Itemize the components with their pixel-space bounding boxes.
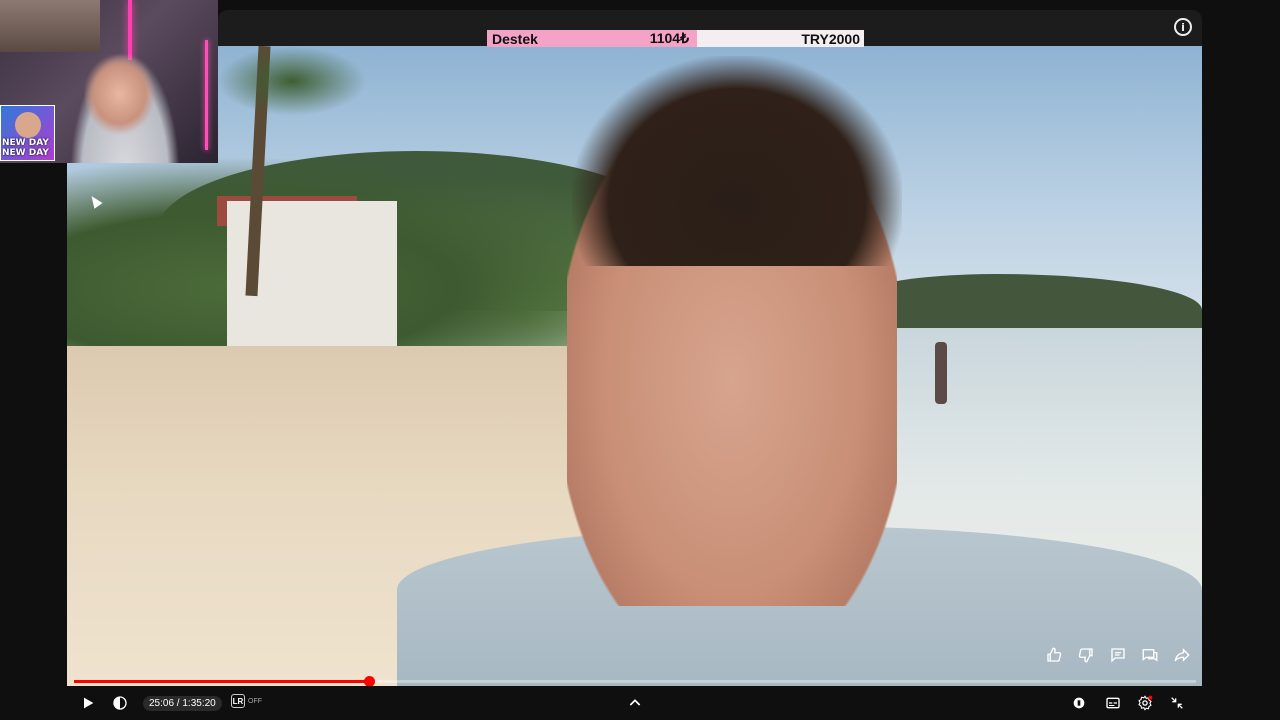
auto-translate-toggle[interactable]: LR OFF xyxy=(231,694,262,708)
chevron-up-icon[interactable] xyxy=(625,691,645,715)
video-person-hair xyxy=(572,56,902,266)
progress-bar[interactable] xyxy=(74,676,1196,687)
volume-icon[interactable] xyxy=(111,691,129,715)
comment-icon[interactable] xyxy=(1107,644,1129,666)
avatar-text-line: NEW DAY xyxy=(2,138,49,148)
webcam-neon-light xyxy=(128,0,132,60)
auto-translate-badge: LR xyxy=(231,694,245,708)
exit-fullscreen-icon[interactable] xyxy=(1167,691,1187,715)
player-controls: 25:06 / 1:35:20 LR OFF xyxy=(67,686,1202,720)
webcam-neon-light xyxy=(205,40,208,150)
donation-progress: Destek 1104₺ xyxy=(487,30,697,47)
thumbs-up-icon[interactable] xyxy=(1043,644,1065,666)
donation-goal: TRY2000 xyxy=(801,30,860,47)
donation-amount: 1104₺ xyxy=(649,30,689,46)
share-icon[interactable] xyxy=(1171,644,1193,666)
donation-banner: Destek 1104₺ TRY2000 xyxy=(487,30,864,47)
donation-remaining: TRY2000 xyxy=(697,30,864,47)
webcam-overlay: NEW DAY NEW DAY xyxy=(0,0,218,163)
info-icon[interactable]: i xyxy=(1174,18,1192,36)
thumbs-down-icon[interactable] xyxy=(1075,644,1097,666)
play-icon[interactable] xyxy=(79,691,97,715)
auto-translate-state: OFF xyxy=(248,697,262,705)
video-palm-leaves xyxy=(217,46,367,116)
subtitles-icon[interactable] xyxy=(1103,691,1123,715)
chat-icon[interactable] xyxy=(1139,644,1161,666)
time-display: 25:06 / 1:35:20 xyxy=(143,696,222,711)
webcam-streamer xyxy=(70,52,180,163)
webcam-shelf xyxy=(0,0,100,52)
stream-stage: i Destek 1104₺ TRY2000 NEW DAY NEW DAY 2… xyxy=(0,0,1280,720)
avatar-face xyxy=(15,112,41,138)
progress-played xyxy=(74,680,370,683)
video-frame[interactable] xyxy=(67,46,1202,686)
channel-avatar: NEW DAY NEW DAY xyxy=(0,105,55,161)
settings-icon[interactable] xyxy=(1135,691,1155,715)
avatar-text-line: NEW DAY xyxy=(2,148,49,158)
video-action-bar xyxy=(1043,644,1193,666)
avatar-text: NEW DAY NEW DAY xyxy=(2,138,49,158)
video-background-person xyxy=(935,342,947,404)
autoplay-icon[interactable] xyxy=(1070,691,1088,715)
donation-label: Destek xyxy=(492,30,538,47)
